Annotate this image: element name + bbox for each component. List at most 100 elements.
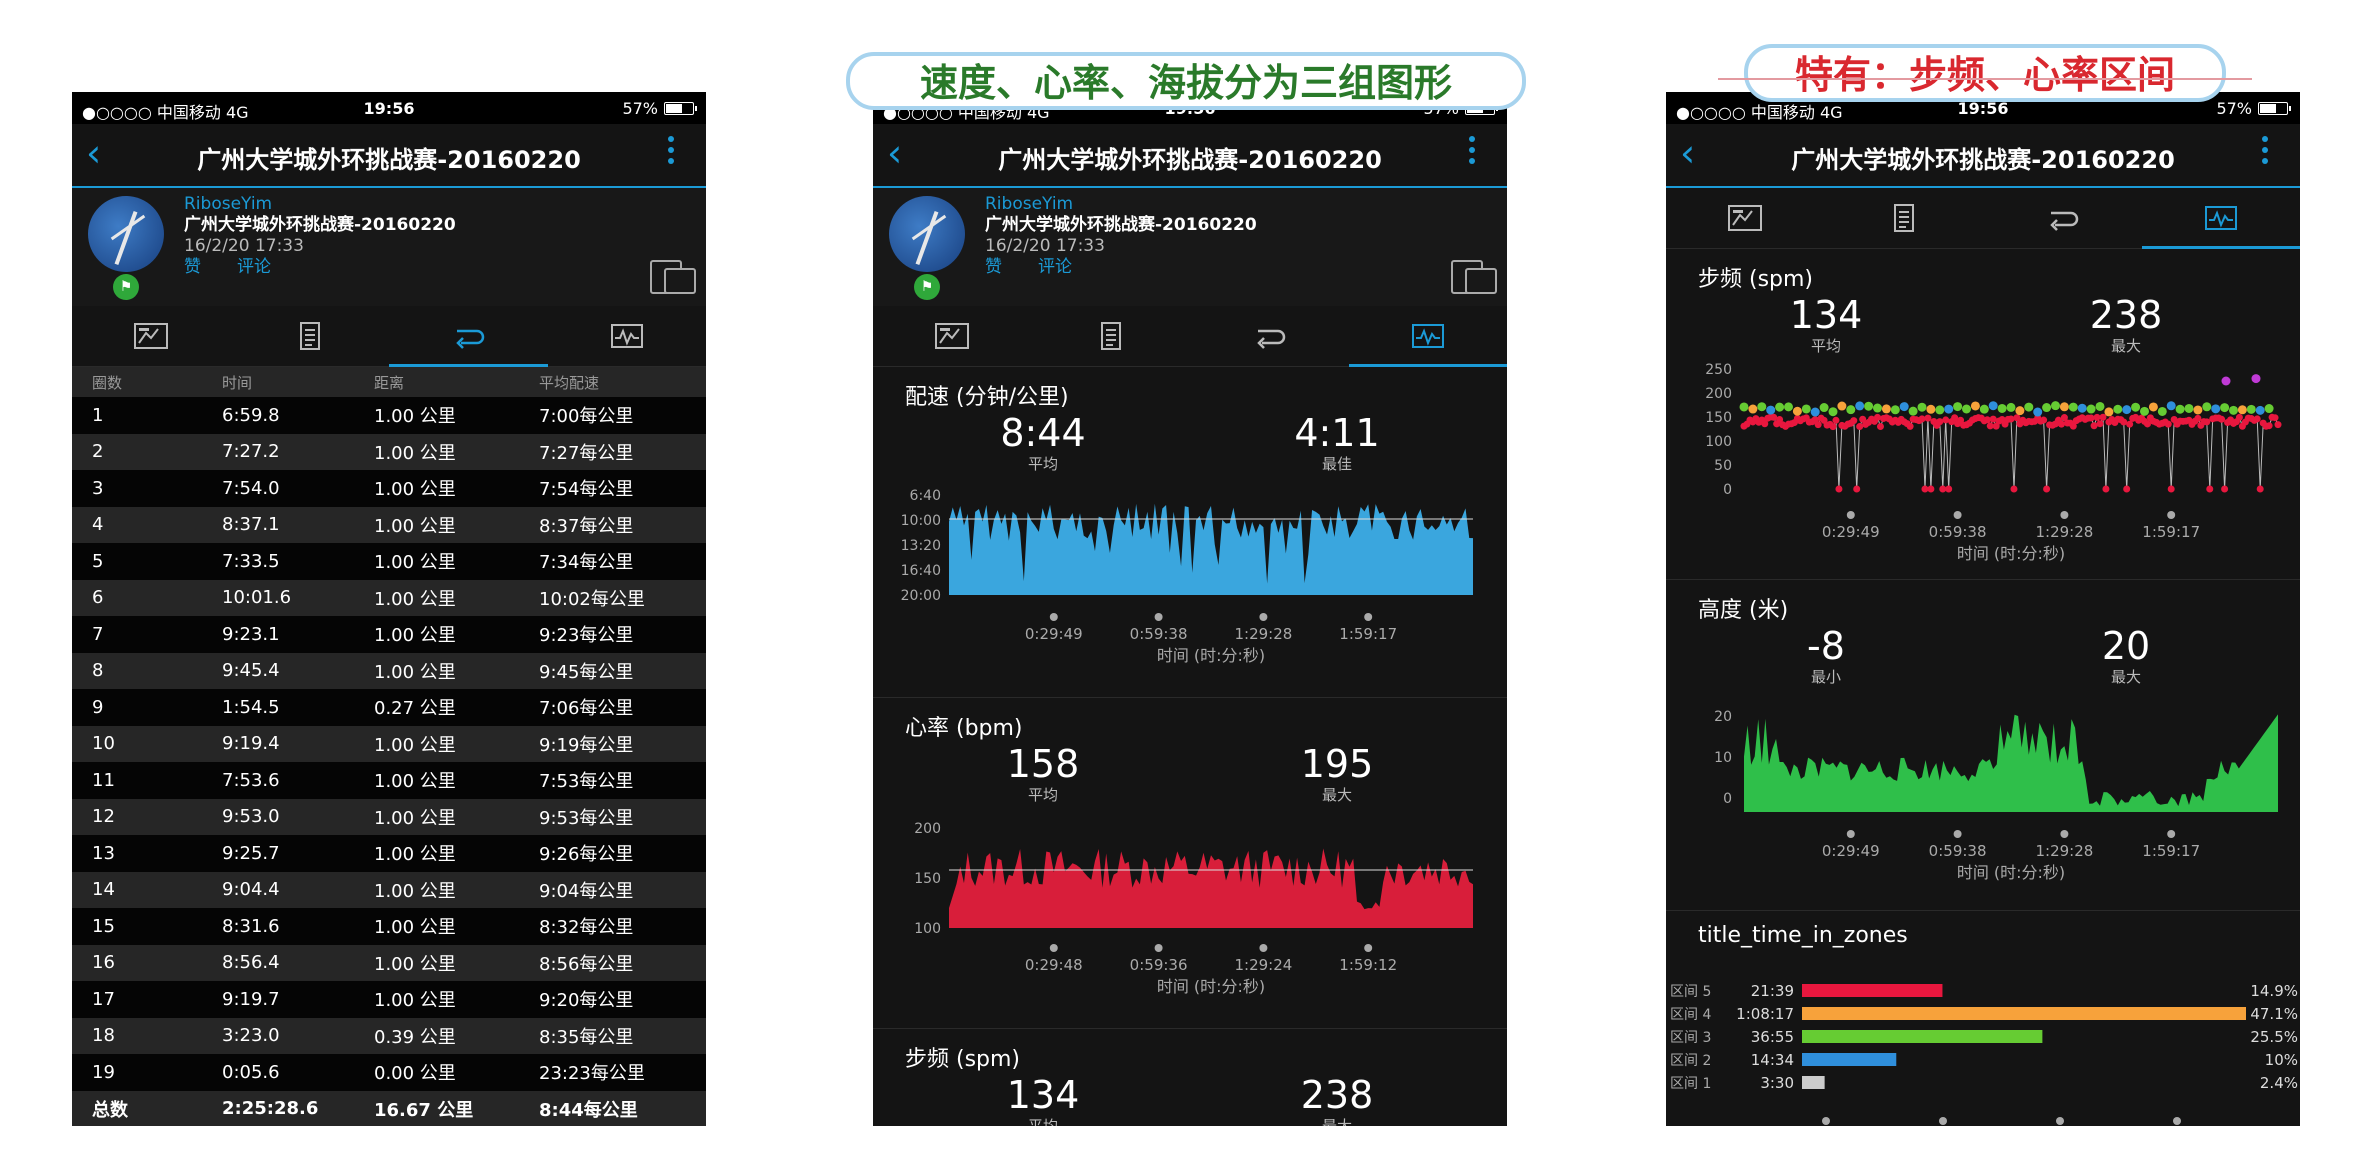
lap-pace: 8:56每公里 bbox=[539, 953, 634, 975]
lap-pace: 8:37每公里 bbox=[539, 515, 634, 537]
lap-number: 7 bbox=[92, 623, 104, 645]
event-date: 16/2/20 17:33 bbox=[985, 236, 1105, 256]
lap-distance: 1.00 公里 bbox=[374, 625, 456, 647]
zone-bar bbox=[1802, 1076, 1825, 1089]
cadence-point bbox=[1876, 423, 1884, 431]
x-axis-label: 时间 (时:分:秒) bbox=[1957, 863, 2065, 882]
lap-time: 7:33.5 bbox=[222, 550, 280, 572]
more-icon[interactable] bbox=[2262, 136, 2268, 169]
comment-link[interactable]: 评论 bbox=[1038, 257, 1072, 277]
laps-icon bbox=[1257, 329, 1286, 349]
lap-row: 1 6:59.8 1.00 公里 7:00每公里 bbox=[72, 397, 706, 434]
lap-number: 8 bbox=[92, 660, 104, 682]
more-icon[interactable] bbox=[668, 136, 674, 169]
tab-charts[interactable] bbox=[1348, 306, 1508, 367]
tab-overview[interactable] bbox=[1666, 188, 1825, 248]
tab-details[interactable] bbox=[1825, 188, 1984, 248]
cadence-high-point bbox=[1739, 402, 1749, 412]
zone-bar bbox=[1802, 984, 1943, 997]
lap-time: 8:37.1 bbox=[222, 514, 280, 536]
zone-bar bbox=[1802, 1007, 2246, 1020]
tab-charts[interactable] bbox=[548, 306, 707, 366]
cadence-point bbox=[2087, 414, 2095, 422]
cadence-point bbox=[1850, 417, 1858, 425]
overview-icon bbox=[134, 323, 169, 349]
cadence-high-point bbox=[2211, 404, 2221, 414]
lap-distance: 1.00 公里 bbox=[374, 953, 456, 975]
activity-profile: ⚑ RiboseYim 广州大学城外环挑战赛-20160220 16/2/20 … bbox=[72, 188, 706, 306]
altitude-panel: 高度 (米) -8 最小 20 最大 20 10 0 0:29:49 0:59:38 1:29… bbox=[1666, 580, 2300, 911]
user-name[interactable]: RiboseYim bbox=[985, 194, 1257, 215]
tab-bar bbox=[72, 306, 706, 367]
share-icon[interactable] bbox=[650, 254, 696, 294]
details-icon bbox=[1893, 204, 1914, 232]
zone-percent: 2.4% bbox=[2260, 1074, 2298, 1092]
charts-icon bbox=[610, 324, 643, 348]
lap-time: 7:54.0 bbox=[222, 477, 280, 499]
x-axis-label: 时间 (时:分:秒) bbox=[1157, 977, 1265, 996]
cadence-high-point bbox=[2175, 404, 2185, 414]
tab-details[interactable] bbox=[1032, 306, 1191, 366]
zones-chart: 区间 5 21:39 14.9% 区间 4 1:08:17 47.1% 区间 3 36:55 2… bbox=[1670, 982, 2298, 1125]
cadence-high-point bbox=[2140, 406, 2149, 416]
hr-chart: 200 150 100 0:29:48 0:59:36 1:29:24 1:59:12 时间 … bbox=[914, 821, 1473, 996]
x-tick-label: 0:29:49 bbox=[1822, 842, 1880, 860]
cadence-point bbox=[1918, 415, 1926, 423]
tab-laps[interactable] bbox=[1983, 188, 2142, 248]
cadence-high-point bbox=[1757, 402, 1767, 412]
tab-overview[interactable] bbox=[72, 306, 231, 366]
more-icon[interactable] bbox=[1469, 136, 1475, 169]
lap-pace: 23:23每公里 bbox=[539, 1063, 645, 1085]
like-link[interactable]: 赞 bbox=[184, 257, 201, 277]
x-tick-label: 0:59:38 bbox=[1929, 842, 1987, 860]
activity-profile: ⚑ RiboseYim 广州大学城外环挑战赛-20160220 16/2/20 … bbox=[873, 188, 1507, 306]
cadence-point bbox=[2096, 420, 2104, 428]
back-icon[interactable]: ‹ bbox=[1680, 134, 1695, 172]
cadence-high-point bbox=[2095, 401, 2105, 411]
lap-row: 9 1:54.5 0.27 公里 7:06每公里 bbox=[72, 689, 706, 726]
back-icon[interactable]: ‹ bbox=[887, 134, 902, 172]
zone-label: 区间 3 bbox=[1670, 1030, 1711, 1046]
lap-number: 18 bbox=[92, 1025, 115, 1047]
back-icon[interactable]: ‹ bbox=[86, 134, 101, 172]
lap-number: 2 bbox=[92, 441, 104, 463]
avatar[interactable] bbox=[88, 196, 164, 272]
laps-icon bbox=[2050, 211, 2079, 231]
tab-laps[interactable] bbox=[1190, 306, 1349, 366]
lap-distance: 1.00 公里 bbox=[374, 990, 456, 1012]
lap-pace: 7:54每公里 bbox=[539, 479, 634, 501]
lap-pace: 8:32每公里 bbox=[539, 917, 634, 939]
annotation-banner-right: 特有：步频、心率区间 bbox=[1718, 44, 2252, 102]
cadence-high-point bbox=[1935, 405, 1945, 415]
annotation-banner-middle: 速度、心率、海拔分为三组图形 bbox=[846, 52, 1526, 110]
lap-total-row: 总数 2:25:28.6 16.67 公里 8:44每公里 bbox=[72, 1090, 706, 1126]
like-link[interactable]: 赞 bbox=[985, 257, 1002, 277]
tab-overview[interactable] bbox=[873, 306, 1032, 366]
share-icon[interactable] bbox=[1451, 254, 1497, 294]
cadence-panel: 步频 (spm) 134 平均 238 最大 250 200 150 100 50 0 0:29… bbox=[1666, 249, 2300, 580]
col-time: 时间 bbox=[222, 373, 253, 392]
cadence-point bbox=[1936, 418, 1944, 426]
lap-row: 7 9:23.1 1.00 公里 9:23每公里 bbox=[72, 616, 706, 653]
x-axis-label: 时间 (时:分:秒) bbox=[1157, 646, 1265, 665]
tab-laps[interactable] bbox=[389, 306, 548, 367]
cadence-high-point bbox=[2068, 402, 2078, 412]
cadence-peak-point bbox=[2221, 376, 2231, 386]
x-tick-label: 1:59:17 bbox=[2142, 842, 2200, 860]
tab-details[interactable] bbox=[231, 306, 390, 366]
y-tick-label: 100 bbox=[1705, 434, 1732, 450]
nav-bar: ‹ 广州大学城外环挑战赛-20160220 bbox=[72, 124, 706, 188]
status-time: 19:56 bbox=[363, 99, 415, 118]
zone-label: 区间 1 bbox=[1670, 1076, 1711, 1092]
zone-time: 21:39 bbox=[1751, 982, 1794, 1000]
y-tick-label: 10:00 bbox=[901, 513, 941, 529]
x-tick-dot bbox=[2056, 1117, 2064, 1125]
tab-charts[interactable] bbox=[2141, 188, 2301, 249]
cadence-point bbox=[1983, 416, 1991, 424]
cadence-point bbox=[2203, 418, 2211, 426]
user-name[interactable]: RiboseYim bbox=[184, 194, 456, 215]
x-tick-label: 0:59:38 bbox=[1130, 625, 1188, 643]
avatar[interactable] bbox=[889, 196, 965, 272]
altitude-area bbox=[1744, 714, 2278, 812]
comment-link[interactable]: 评论 bbox=[237, 257, 271, 277]
